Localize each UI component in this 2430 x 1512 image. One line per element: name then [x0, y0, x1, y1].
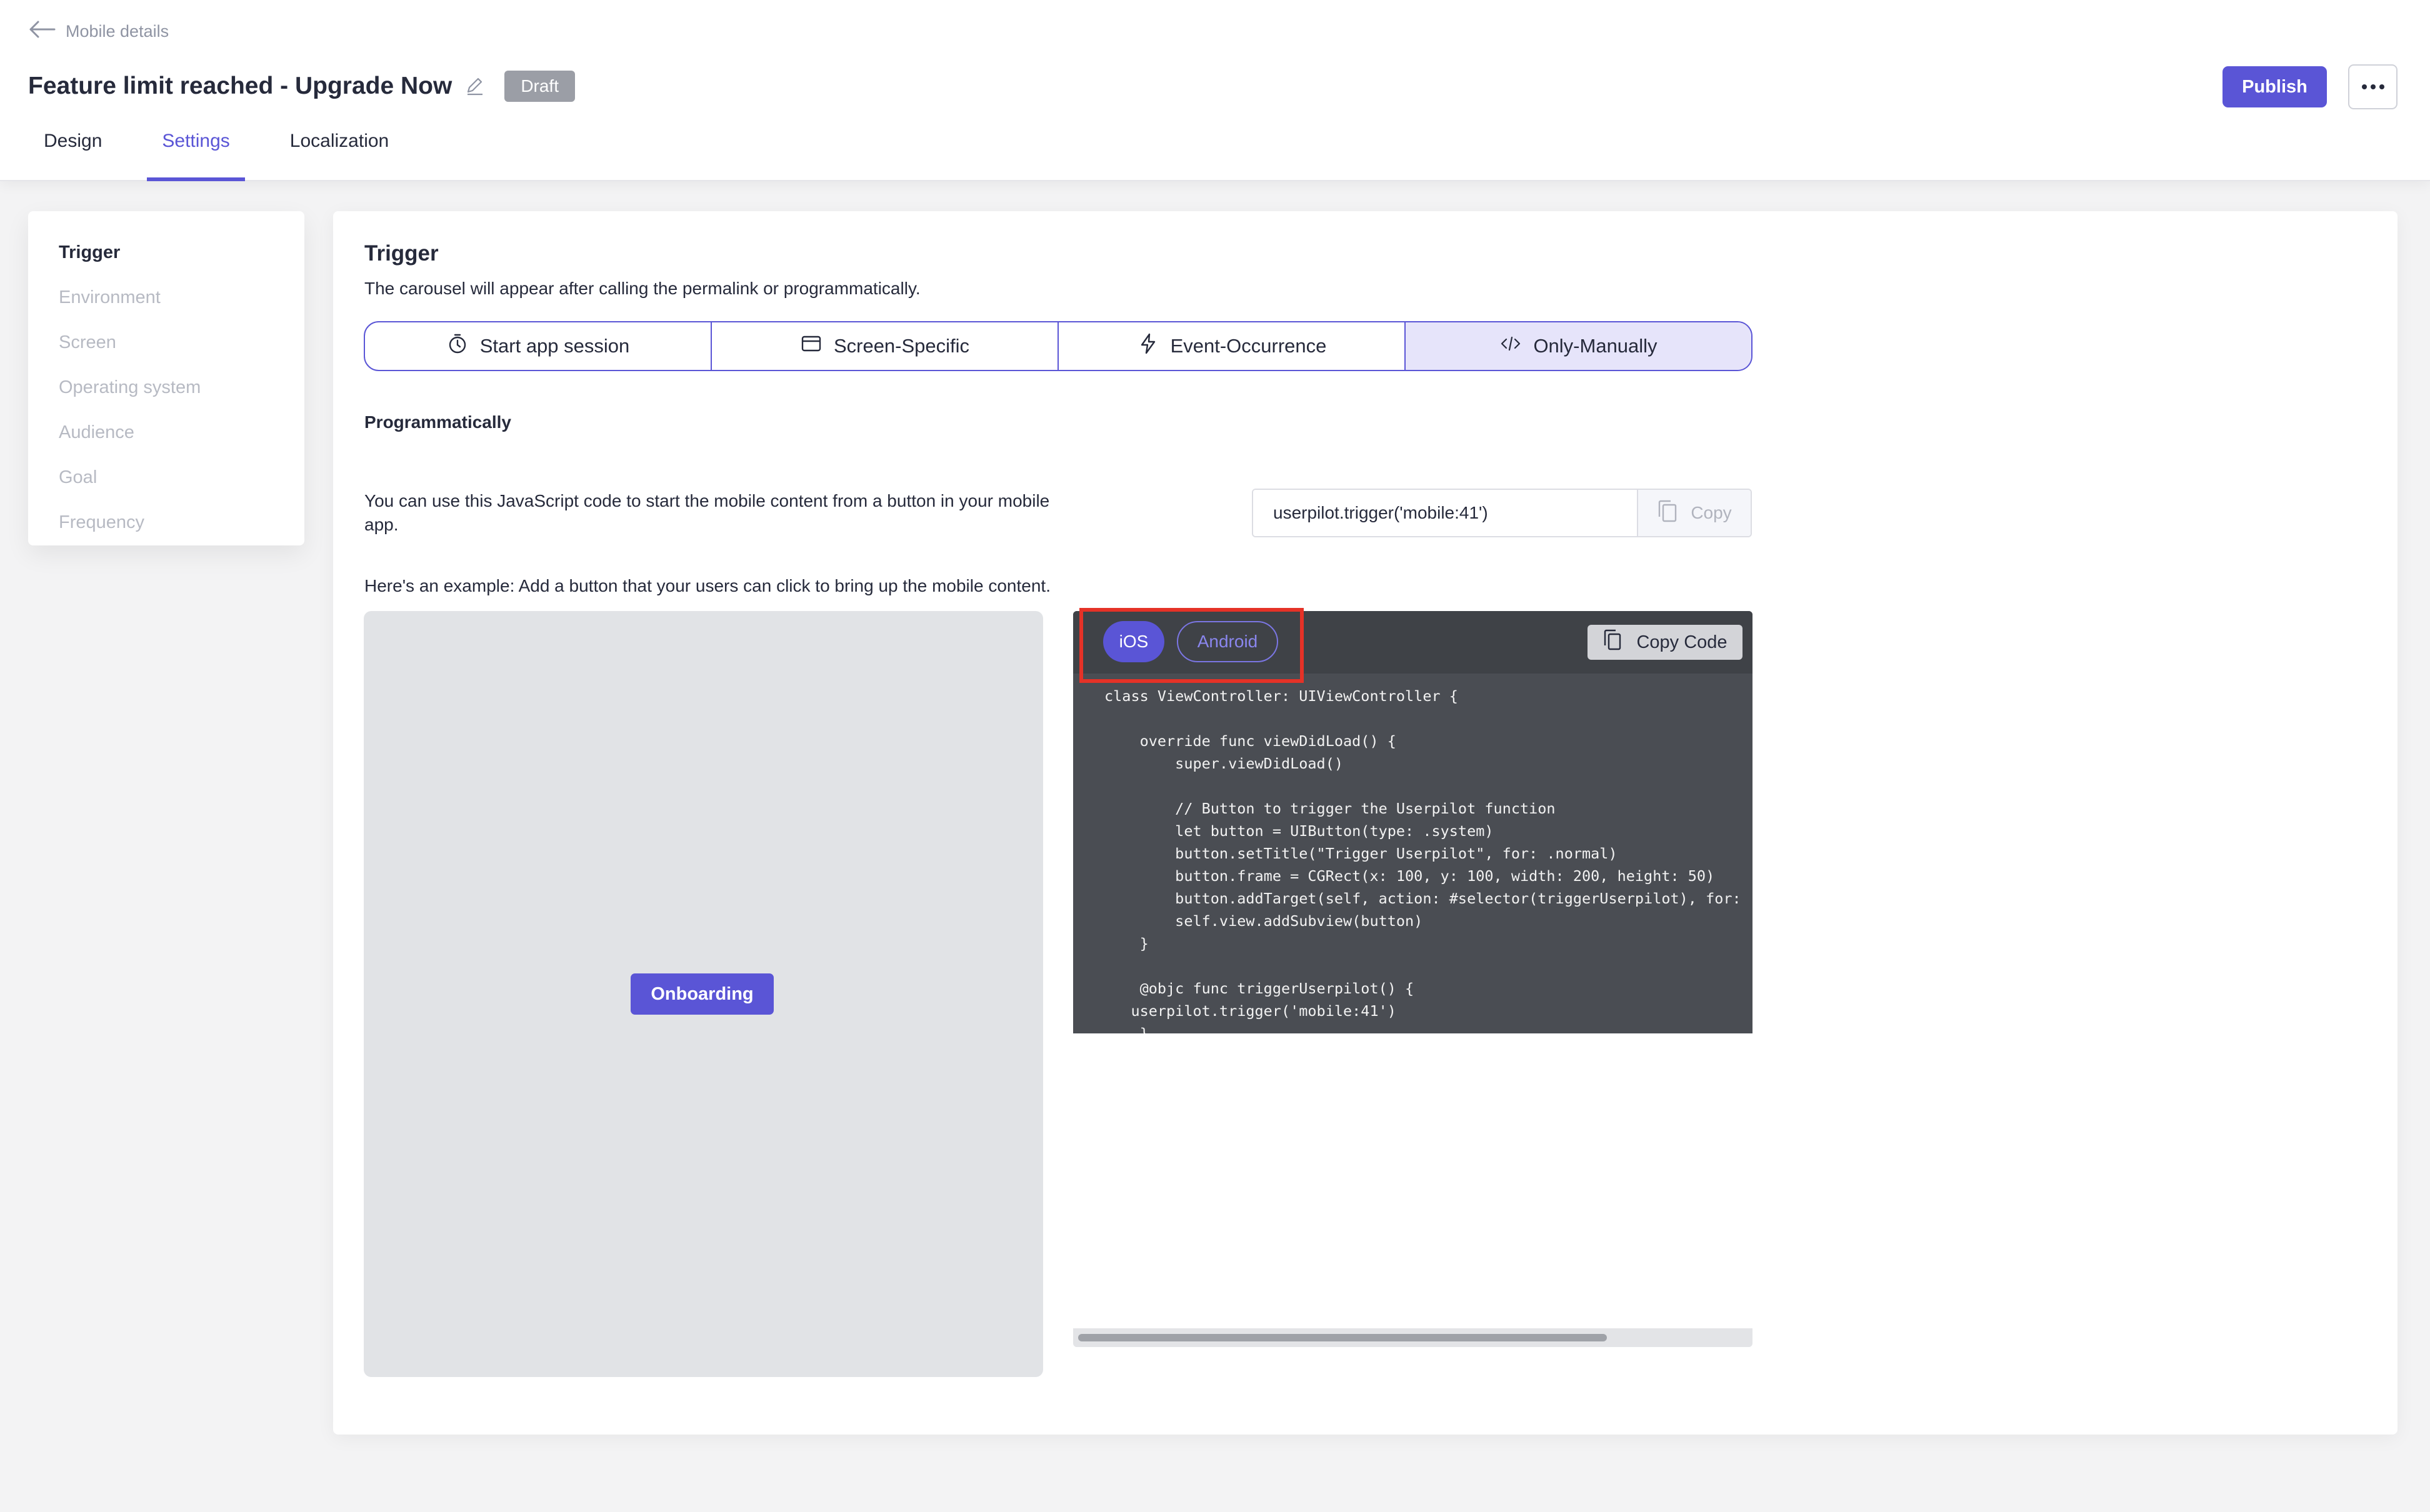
code-horizontal-scrollbar[interactable] — [1073, 1328, 1752, 1347]
pencil-icon[interactable] — [464, 76, 486, 97]
status-badge: Draft — [504, 71, 575, 102]
back-link[interactable]: Mobile details — [28, 19, 169, 44]
top-tabs: Design Settings Localization — [28, 125, 434, 181]
snippet-description: You can use this JavaScript code to star… — [364, 491, 1050, 534]
sidebar-item-goal[interactable]: Goal — [28, 455, 304, 500]
snippet-input[interactable] — [1253, 490, 1637, 536]
sidebar-item-environment[interactable]: Environment — [28, 275, 304, 320]
copy-code-button[interactable]: Copy Code — [1588, 625, 1742, 660]
page-title: Feature limit reached - Upgrade Now — [28, 72, 452, 99]
platform-tab-android[interactable]: Android — [1177, 621, 1278, 662]
onboarding-button[interactable]: Onboarding — [631, 973, 774, 1015]
scrollbar-thumb[interactable] — [1078, 1334, 1607, 1341]
section-title: Trigger — [364, 241, 439, 266]
code-block: class ViewController: UIViewController {… — [1104, 687, 1752, 1033]
settings-sidebar: Trigger Environment Screen Operating sys… — [28, 211, 304, 545]
tab-design[interactable]: Design — [28, 125, 117, 181]
example-text: Here's an example: Add a button that you… — [364, 576, 1051, 595]
trigger-option-label: Start app session — [479, 335, 630, 357]
copy-snippet-label: Copy — [1691, 503, 1732, 522]
section-subtitle: The carousel will appear after calling t… — [364, 279, 921, 298]
trigger-type-selector: Start app session Screen-Specific Event-… — [364, 321, 1752, 371]
copy-icon — [1602, 629, 1622, 656]
sidebar-item-operating-system[interactable]: Operating system — [28, 365, 304, 410]
sidebar-item-frequency[interactable]: Frequency — [28, 500, 304, 545]
lightning-icon — [1137, 332, 1159, 360]
mobile-preview: Onboarding — [364, 611, 1043, 1377]
clock-icon — [446, 332, 469, 360]
title-row: Feature limit reached - Upgrade Now Draf… — [28, 67, 575, 105]
copy-icon — [1657, 499, 1678, 527]
trigger-option-start-app-session[interactable]: Start app session — [365, 322, 712, 370]
sidebar-item-audience[interactable]: Audience — [28, 410, 304, 455]
back-link-label: Mobile details — [66, 21, 169, 41]
sidebar-item-screen[interactable]: Screen — [28, 320, 304, 365]
code-example-panel: iOS Android Copy Code class ViewControll… — [1073, 611, 1752, 1033]
trigger-option-label: Event-Occurrence — [1170, 335, 1327, 357]
tab-settings[interactable]: Settings — [147, 125, 246, 181]
dot-icon — [2379, 84, 2384, 89]
window-icon — [800, 332, 822, 360]
sidebar-item-trigger[interactable]: Trigger — [28, 230, 304, 275]
trigger-option-label: Screen-Specific — [833, 335, 970, 357]
copy-snippet-button[interactable]: Copy — [1637, 490, 1751, 536]
publish-button[interactable]: Publish — [2222, 66, 2327, 107]
snippet-copy-field: Copy — [1252, 489, 1752, 537]
copy-code-label: Copy Code — [1636, 632, 1728, 652]
top-header: Mobile details Feature limit reached - U… — [0, 0, 2430, 181]
platform-tab-ios[interactable]: iOS — [1103, 621, 1164, 662]
tab-localization[interactable]: Localization — [275, 125, 404, 181]
trigger-option-label: Only-Manually — [1533, 335, 1658, 357]
programmatically-heading: Programmatically — [364, 412, 511, 432]
code-toolbar: iOS Android Copy Code — [1073, 611, 1752, 674]
more-options-button[interactable] — [2348, 64, 2398, 109]
dot-icon — [2370, 84, 2376, 89]
trigger-settings-card: Trigger The carousel will appear after c… — [333, 211, 2398, 1435]
trigger-option-screen-specific[interactable]: Screen-Specific — [712, 322, 1059, 370]
trigger-option-event-occurrence[interactable]: Event-Occurrence — [1059, 322, 1406, 370]
dot-icon — [2361, 84, 2367, 89]
arrow-left-icon — [28, 20, 56, 43]
code-icon — [1499, 332, 1522, 360]
trigger-option-only-manually[interactable]: Only-Manually — [1406, 322, 1751, 370]
